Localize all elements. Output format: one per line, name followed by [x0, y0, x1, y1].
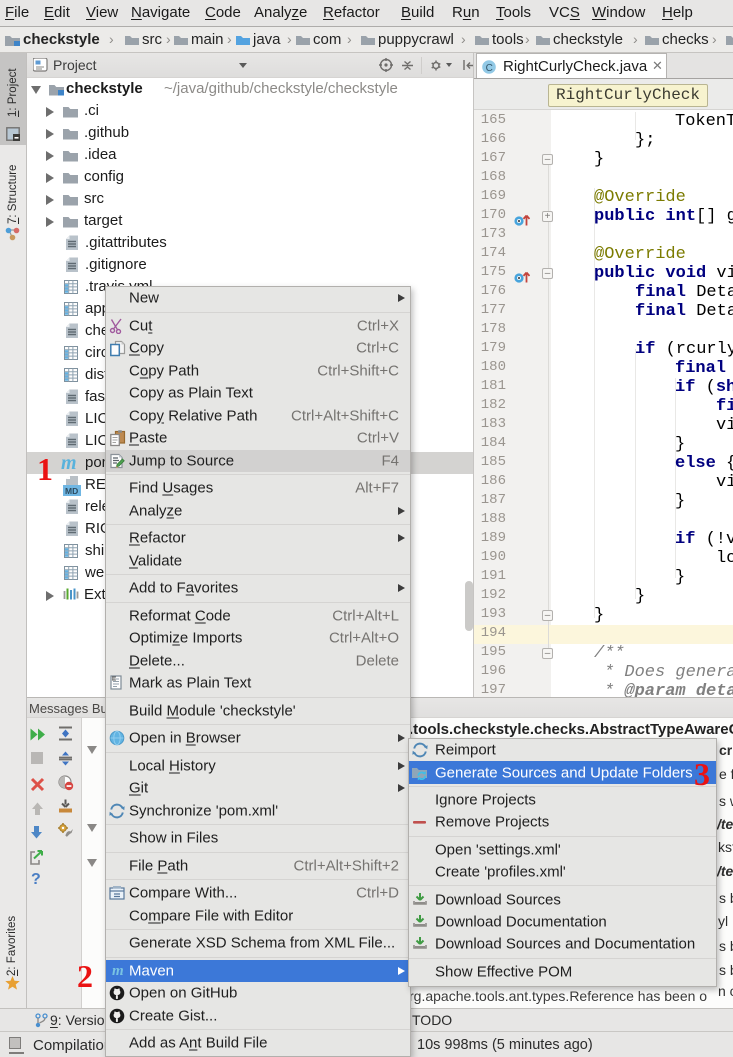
- svg-text:MD: MD: [65, 486, 78, 496]
- svg-text:C: C: [486, 63, 493, 74]
